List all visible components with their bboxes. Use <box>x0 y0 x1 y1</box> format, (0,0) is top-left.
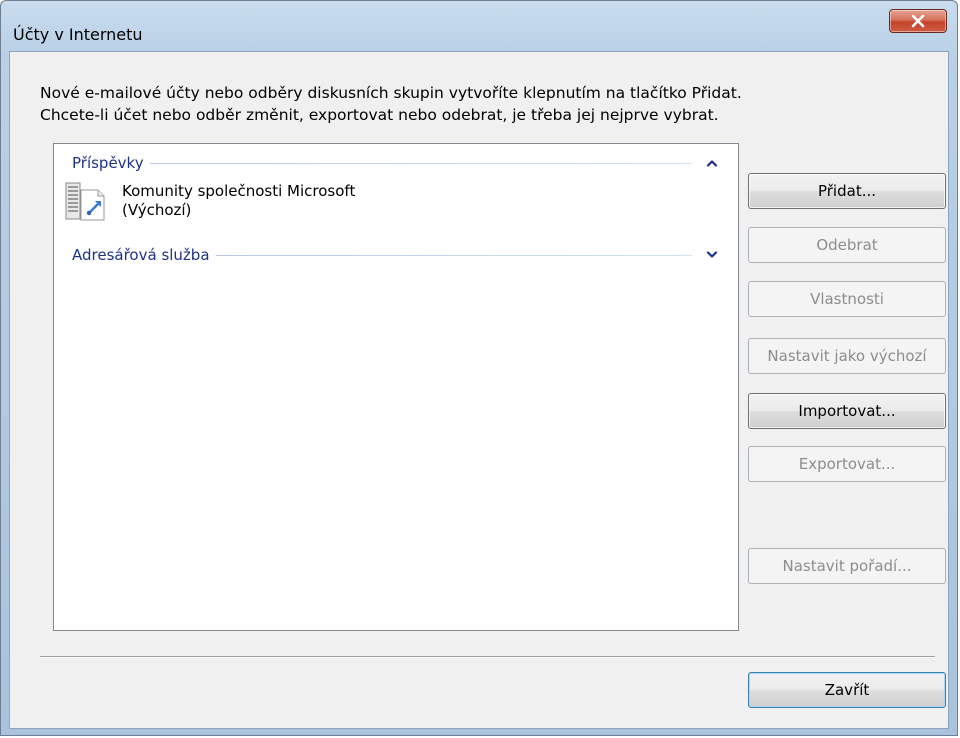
news-server-icon <box>64 180 108 224</box>
account-name: Komunity společnosti Microsoft <box>122 182 356 200</box>
window-title: Účty v Internetu <box>13 25 143 44</box>
set-order-button[interactable]: Nastavit pořadí... <box>748 548 946 584</box>
group-divider <box>215 254 692 256</box>
set-default-button[interactable]: Nastavit jako výchozí <box>748 338 946 374</box>
group-header-directory-service[interactable]: Adresářová služba <box>72 245 722 265</box>
properties-button[interactable]: Vlastnosti <box>748 281 946 317</box>
close-window-button[interactable] <box>889 9 947 33</box>
instructions-line-1: Nové e-mailové účty nebo odběry diskusní… <box>40 84 742 102</box>
group-label-directory-service: Adresářová služba <box>72 246 210 264</box>
chevron-up-icon[interactable] <box>702 153 722 173</box>
dialog-separator <box>40 656 935 658</box>
chevron-down-icon[interactable] <box>702 245 722 265</box>
account-text: Komunity společnosti Microsoft (Výchozí) <box>122 180 355 220</box>
instructions-line-2: Chcete-li účet nebo odběr změnit, export… <box>40 106 719 124</box>
account-item-microsoft-communities[interactable]: Komunity společnosti Microsoft (Výchozí) <box>64 180 464 228</box>
account-status: (Výchozí) <box>122 201 192 219</box>
group-header-posts[interactable]: Příspěvky <box>72 153 722 173</box>
close-icon <box>911 14 925 28</box>
add-button[interactable]: Přidat... <box>748 173 946 209</box>
group-label-posts: Příspěvky <box>72 154 144 172</box>
dialog-client-area: Nové e-mailové účty nebo odběry diskusní… <box>9 51 949 729</box>
export-button[interactable]: Exportovat... <box>748 446 946 482</box>
remove-button[interactable]: Odebrat <box>748 227 946 263</box>
accounts-list[interactable]: Příspěvky Komunity společnosti Microsoft… <box>53 143 739 631</box>
close-button[interactable]: Zavřít <box>748 672 946 708</box>
import-button[interactable]: Importovat... <box>748 393 946 429</box>
dialog-window: Účty v Internetu Nové e-mailové účty neb… <box>0 0 958 736</box>
title-bar[interactable]: Účty v Internetu <box>1 1 957 51</box>
group-divider <box>149 162 692 164</box>
instructions-text: Nové e-mailové účty nebo odběry diskusní… <box>40 82 920 126</box>
